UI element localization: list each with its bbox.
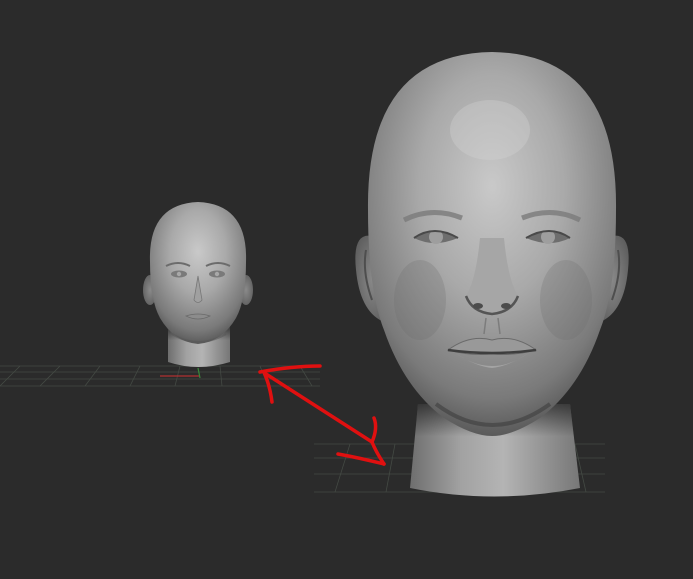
3d-viewport[interactable] (0, 0, 693, 579)
double-headed-arrow-icon (258, 364, 386, 466)
head-model-large[interactable] (355, 52, 629, 497)
head-model-small[interactable] (143, 202, 253, 367)
viewport-canvas[interactable] (0, 0, 693, 579)
